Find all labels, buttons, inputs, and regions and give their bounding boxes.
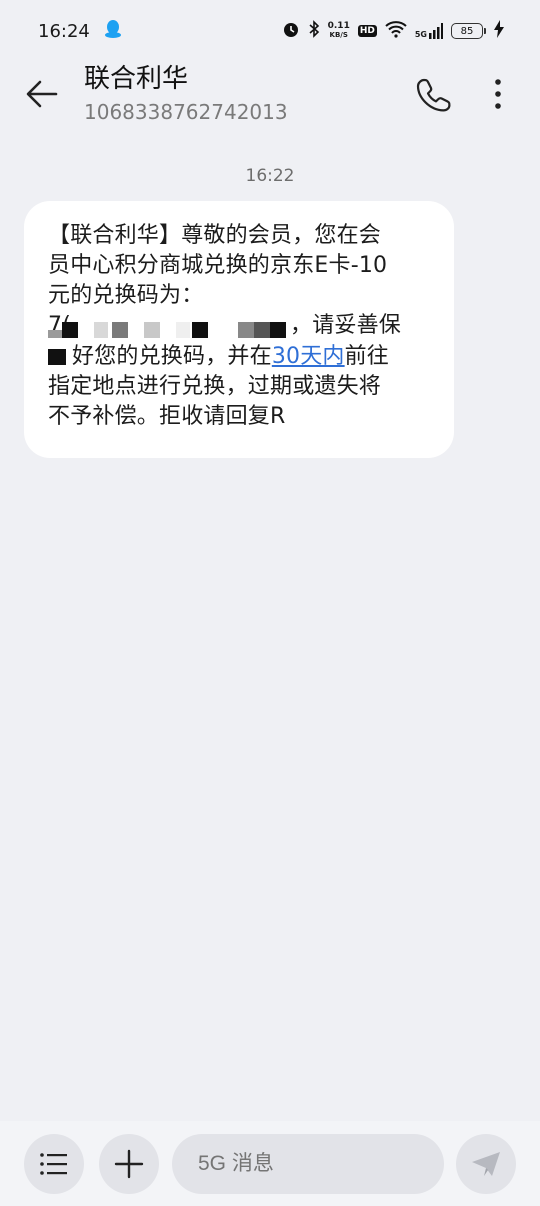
call-button[interactable] bbox=[416, 76, 452, 112]
battery-icon: 85 bbox=[451, 23, 486, 39]
status-bar: 16:24 0.11 KB/S HD 5G 85 bbox=[0, 0, 540, 62]
add-attachment-button[interactable] bbox=[99, 1134, 159, 1194]
message-line: 不予补偿。拒收请回复R bbox=[48, 404, 286, 429]
hd-icon: HD bbox=[357, 25, 377, 37]
message-line: 【联合利华】尊敬的会员，您在会 bbox=[48, 223, 382, 248]
contact-phone-number: 1068338762742013 bbox=[84, 100, 288, 124]
message-line: 员中心积分商城兑换的京东E卡-10 bbox=[48, 253, 388, 278]
deadline-link[interactable]: 30天内 bbox=[272, 344, 345, 369]
composer-bar bbox=[0, 1121, 540, 1206]
message-input[interactable] bbox=[172, 1134, 444, 1194]
redemption-code-line: 7( ，请妥善保 bbox=[48, 311, 432, 342]
status-time: 16:24 bbox=[38, 20, 90, 42]
network-speed: 0.11 KB/S bbox=[327, 21, 350, 40]
message-line-suffix: ，请妥善保 bbox=[290, 313, 402, 338]
back-button[interactable] bbox=[24, 76, 60, 112]
contact-name: 联合利华 bbox=[84, 64, 189, 94]
alarm-icon bbox=[282, 20, 300, 42]
message-line: 好您的兑换码，并在30天内前往 bbox=[48, 342, 432, 372]
conversation-header: 联合利华 1068338762742013 bbox=[0, 62, 540, 148]
message-body: 【联合利华】尊敬的会员，您在会 员中心积分商城兑换的京东E卡-10 元的兑换码为… bbox=[48, 221, 432, 432]
cellular-signal-icon: 5G bbox=[415, 23, 443, 39]
more-vertical-icon bbox=[495, 79, 501, 109]
redaction-mosaic-small bbox=[48, 349, 66, 365]
charging-icon bbox=[494, 20, 504, 42]
list-menu-icon bbox=[40, 1153, 67, 1175]
message-line: 元的兑换码为： bbox=[48, 283, 204, 308]
redaction-mosaic bbox=[48, 317, 288, 338]
menu-button[interactable] bbox=[24, 1134, 84, 1194]
phone-icon bbox=[416, 78, 451, 112]
send-icon bbox=[472, 1152, 500, 1176]
message-line: 指定地点进行兑换，过期或遗失将 bbox=[48, 374, 382, 399]
message-timestamp: 16:22 bbox=[245, 166, 295, 186]
arrow-left-icon bbox=[26, 80, 58, 108]
wifi-icon bbox=[385, 20, 407, 42]
message-bubble[interactable]: 【联合利华】尊敬的会员，您在会 员中心积分商城兑换的京东E卡-10 元的兑换码为… bbox=[24, 201, 454, 458]
send-button[interactable] bbox=[456, 1134, 516, 1194]
more-options-button[interactable] bbox=[484, 76, 512, 112]
plus-icon bbox=[114, 1149, 144, 1179]
qq-notification-icon bbox=[104, 19, 122, 44]
contact-info[interactable]: 联合利华 1068338762742013 bbox=[84, 62, 288, 125]
bluetooth-icon bbox=[308, 20, 320, 42]
